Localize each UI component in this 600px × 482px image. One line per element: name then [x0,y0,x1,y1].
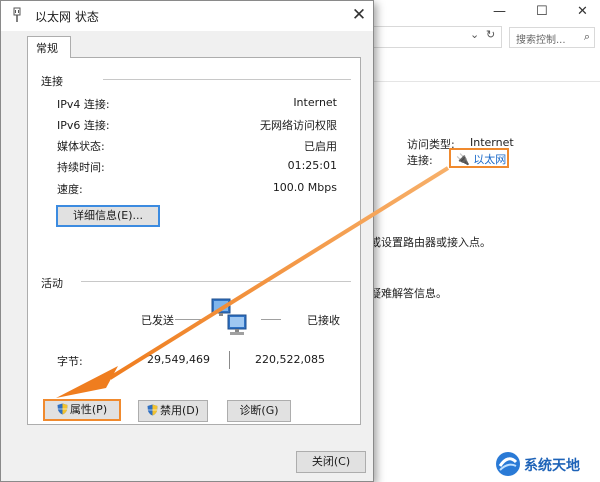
ethernet-link[interactable]: 🔌 以太网 [449,148,509,168]
search-input[interactable]: 搜索控制... ⌕ [509,27,595,48]
watermark-logo-icon [496,452,520,476]
uac-shield-icon [147,404,158,416]
ethernet-status-dialog: 以太网 状态 ✕ 常规 连接 IPv4 连接: Internet IPv6 连接… [0,0,374,482]
address-bar[interactable] [372,26,502,48]
ipv4-value: Internet [293,96,337,109]
refresh-icon[interactable]: ↻ [486,28,495,41]
bytes-label: 字节: [57,355,83,368]
divider [372,81,600,82]
speed-label: 速度: [57,183,83,196]
details-button[interactable]: 详细信息(E)... [56,205,160,227]
received-label: 已接收 [307,314,340,327]
minimize-button[interactable]: — [493,4,506,19]
close-icon[interactable]: ✕ [347,4,371,26]
troubleshoot-text: 疑难解答信息。 [370,287,447,300]
media-state-label: 媒体状态: [57,140,105,153]
duration-label: 持续时间: [57,161,105,174]
maximize-button[interactable]: ☐ [536,4,548,19]
close-button[interactable]: 关闭(C) [296,451,366,473]
chevron-down-icon[interactable]: ⌄ [470,28,479,41]
duration-value: 01:25:01 [287,159,337,172]
properties-button[interactable]: 属性(P) [43,399,121,421]
network-activity-icon [211,298,247,335]
uac-shield-icon [57,403,68,415]
section-divider [81,281,351,282]
tab-general[interactable]: 常规 [27,36,71,58]
search-placeholder: 搜索控制... [516,35,566,46]
ethernet-plug-icon: 🔌 [456,153,470,166]
sent-label: 已发送 [141,314,174,327]
media-state-value: 已启用 [304,140,337,153]
ipv6-label: IPv6 连接: [57,119,110,132]
access-type-label: 访问类型: [407,138,455,151]
dialog-title: 以太网 状态 [35,10,99,24]
site-watermark: 系统天地 [494,448,598,480]
ethernet-link-text: 以太网 [473,153,507,166]
setup-router-text: 或设置路由器或接入点。 [370,236,491,249]
section-divider [103,79,351,80]
disable-button[interactable]: 禁用(D) [138,400,208,422]
sent-line [175,319,203,320]
disable-label: 禁用(D) [159,404,200,417]
dialog-titlebar: 以太网 状态 ✕ [1,1,373,31]
speed-value: 100.0 Mbps [272,181,337,194]
bytes-sent-value: 29,549,469 [147,353,210,366]
bg-close-button[interactable]: ✕ [577,4,588,19]
ipv6-value: 无网络访问权限 [260,119,337,132]
connection-label: 连接: [407,154,433,167]
diagnose-button[interactable]: 诊断(G) [227,400,291,422]
search-icon: ⌕ [583,30,590,43]
watermark-text: 系统天地 [524,458,580,474]
connection-section-title: 连接 [41,75,63,88]
received-line [261,319,281,320]
bytes-separator [229,351,230,369]
properties-label: 属性(P) [69,403,108,416]
ipv4-label: IPv4 连接: [57,98,110,111]
tab-panel-general [27,57,361,425]
network-adapter-icon [11,7,23,27]
activity-section-title: 活动 [41,277,63,290]
bytes-received-value: 220,522,085 [255,353,325,366]
